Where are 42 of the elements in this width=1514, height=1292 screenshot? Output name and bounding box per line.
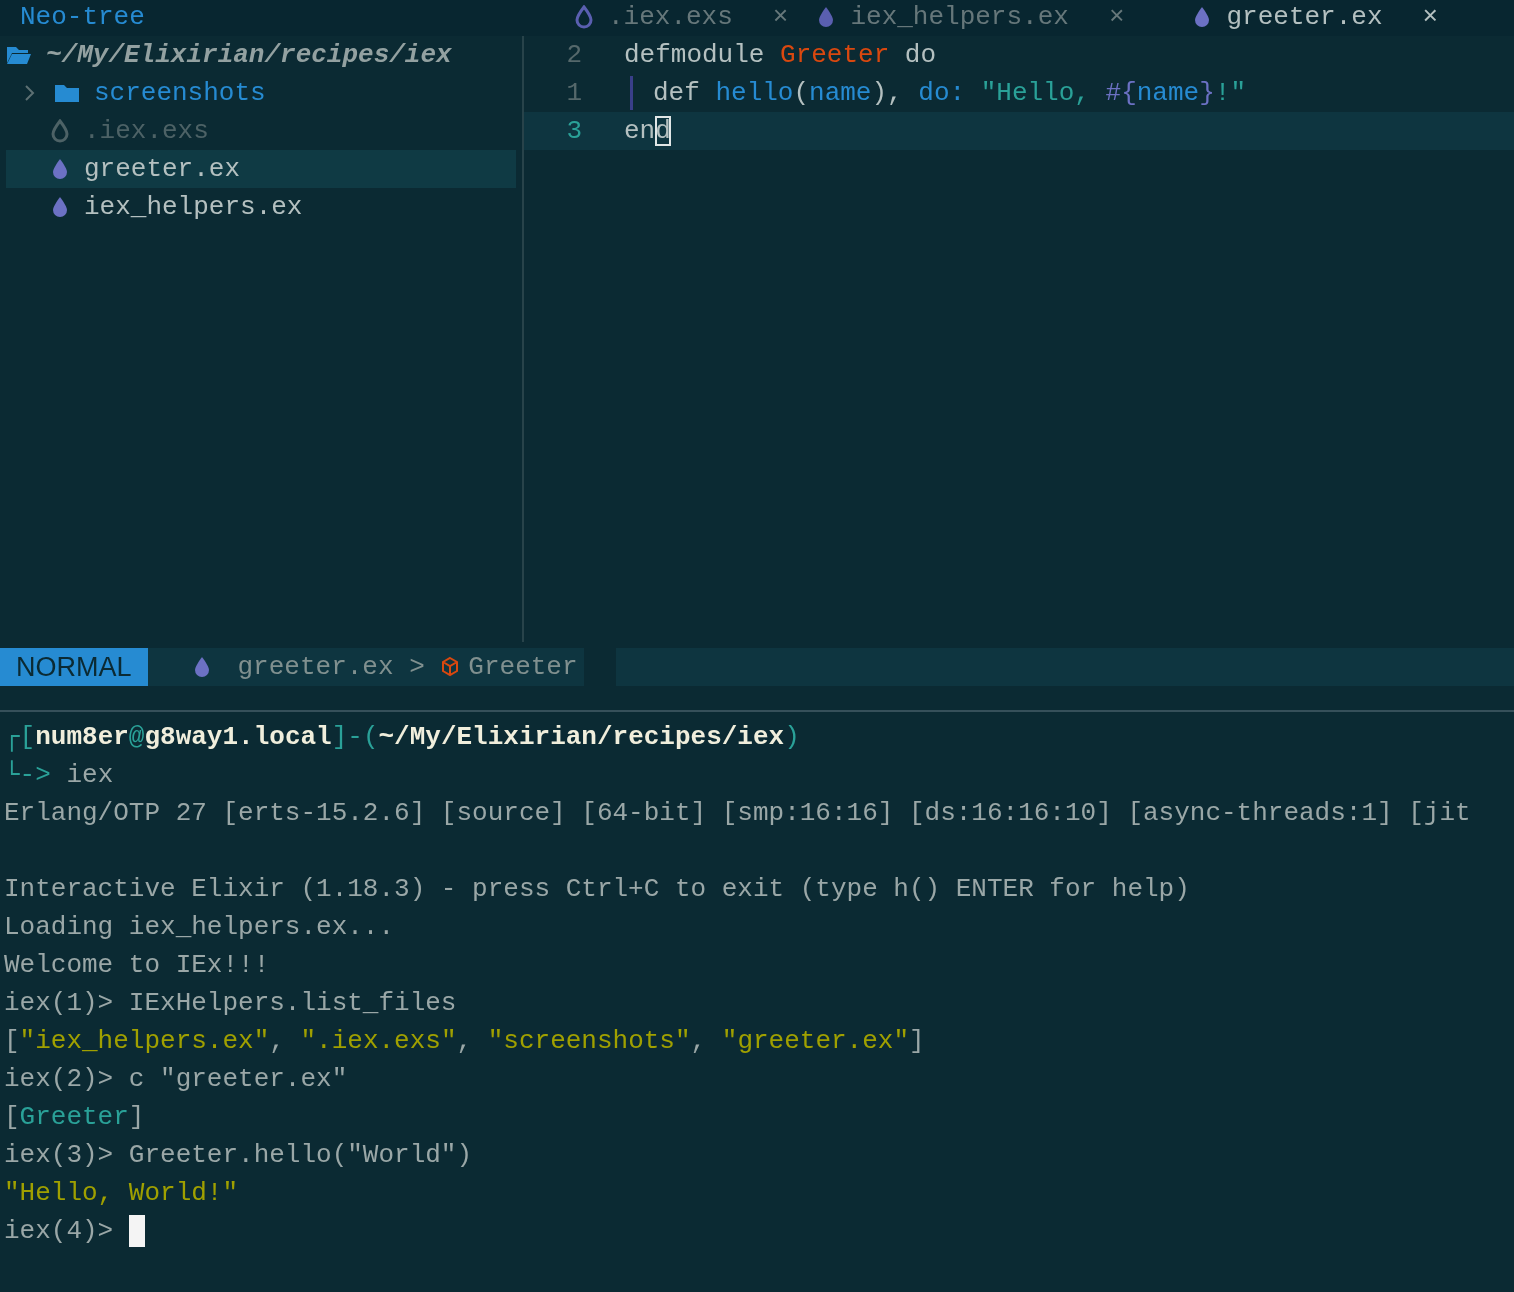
editor-tab[interactable]: .iex.exs ×: [560, 0, 803, 36]
cube-icon: [440, 655, 461, 679]
breadcrumb-file[interactable]: greeter.ex: [237, 648, 394, 686]
terminal-line: [Greeter]: [4, 1101, 146, 1134]
terminal-line: Welcome to IEx!!!: [4, 949, 271, 982]
root-path: ~/My/Elixirian/recipes/iex: [46, 40, 452, 70]
code-text: defmodule Greeter do: [624, 40, 937, 70]
code-text: def hello(name), do: "Hello, #{name}!": [653, 78, 1246, 108]
close-icon[interactable]: ×: [772, 2, 789, 32]
terminal-line: Loading iex_helpers.ex...: [4, 911, 396, 944]
prompt-command-line: └-> iex: [4, 759, 115, 792]
panel-title: Neo-tree: [19, 1, 146, 34]
terminal-cursor: [128, 1215, 145, 1248]
line-number: 1: [565, 77, 583, 110]
prompt-line: ┌[num8er@g8way1.local]-(~/My/Elixirian/recipes/iex): [4, 721, 801, 754]
terminal-prompt: iex(4)>: [4, 1216, 115, 1246]
close-icon[interactable]: ×: [1108, 2, 1125, 32]
tree-item[interactable]: screenshots: [6, 74, 516, 112]
code-text: end: [624, 116, 671, 146]
drop-icon: [50, 195, 70, 220]
close-icon[interactable]: ×: [1422, 2, 1439, 32]
line-number: 2: [565, 39, 583, 72]
mode-indicator: NORMAL: [0, 648, 148, 686]
tree-item[interactable]: .iex.exs: [6, 112, 516, 150]
terminal-line: iex(2)> c "greeter.ex": [4, 1063, 349, 1096]
tree-item[interactable]: iex_helpers.ex: [6, 188, 516, 226]
drop-icon: [50, 119, 70, 144]
terminal-line: iex(1)> IExHelpers.list_files: [4, 987, 458, 1020]
terminal-line: Erlang/OTP 27 [erts-15.2.6] [source] [64-bit] [smp:16:16] [ds:16:16:10] [async-threads:1] [jit: [4, 797, 1472, 830]
terminal-line: Interactive Elixir (1.18.3) - press Ctrl+C to exit (type h() ENTER for help): [4, 873, 1191, 906]
terminal-line: ["iex_helpers.ex", ".iex.exs", "screenshots", "greeter.ex"]: [4, 1025, 926, 1058]
breadcrumb-separator: >: [408, 651, 426, 684]
drop-icon: [574, 5, 594, 30]
tree-item[interactable]: greeter.ex: [6, 150, 516, 188]
tree-root-item[interactable]: ~/My/Elixirian/recipes/iex: [6, 36, 516, 74]
editor-tab[interactable]: iex_helpers.ex ×: [802, 0, 1139, 36]
drop-icon: [50, 157, 70, 182]
terminal-line: iex(3)> Greeter.hello("World"): [4, 1139, 474, 1172]
breadcrumb-symbol[interactable]: Greeter: [468, 648, 578, 686]
editor-tab[interactable]: greeter.ex ×: [1178, 0, 1453, 36]
terminal-line: "Hello, World!": [4, 1177, 240, 1210]
line-number: 3: [565, 115, 583, 148]
